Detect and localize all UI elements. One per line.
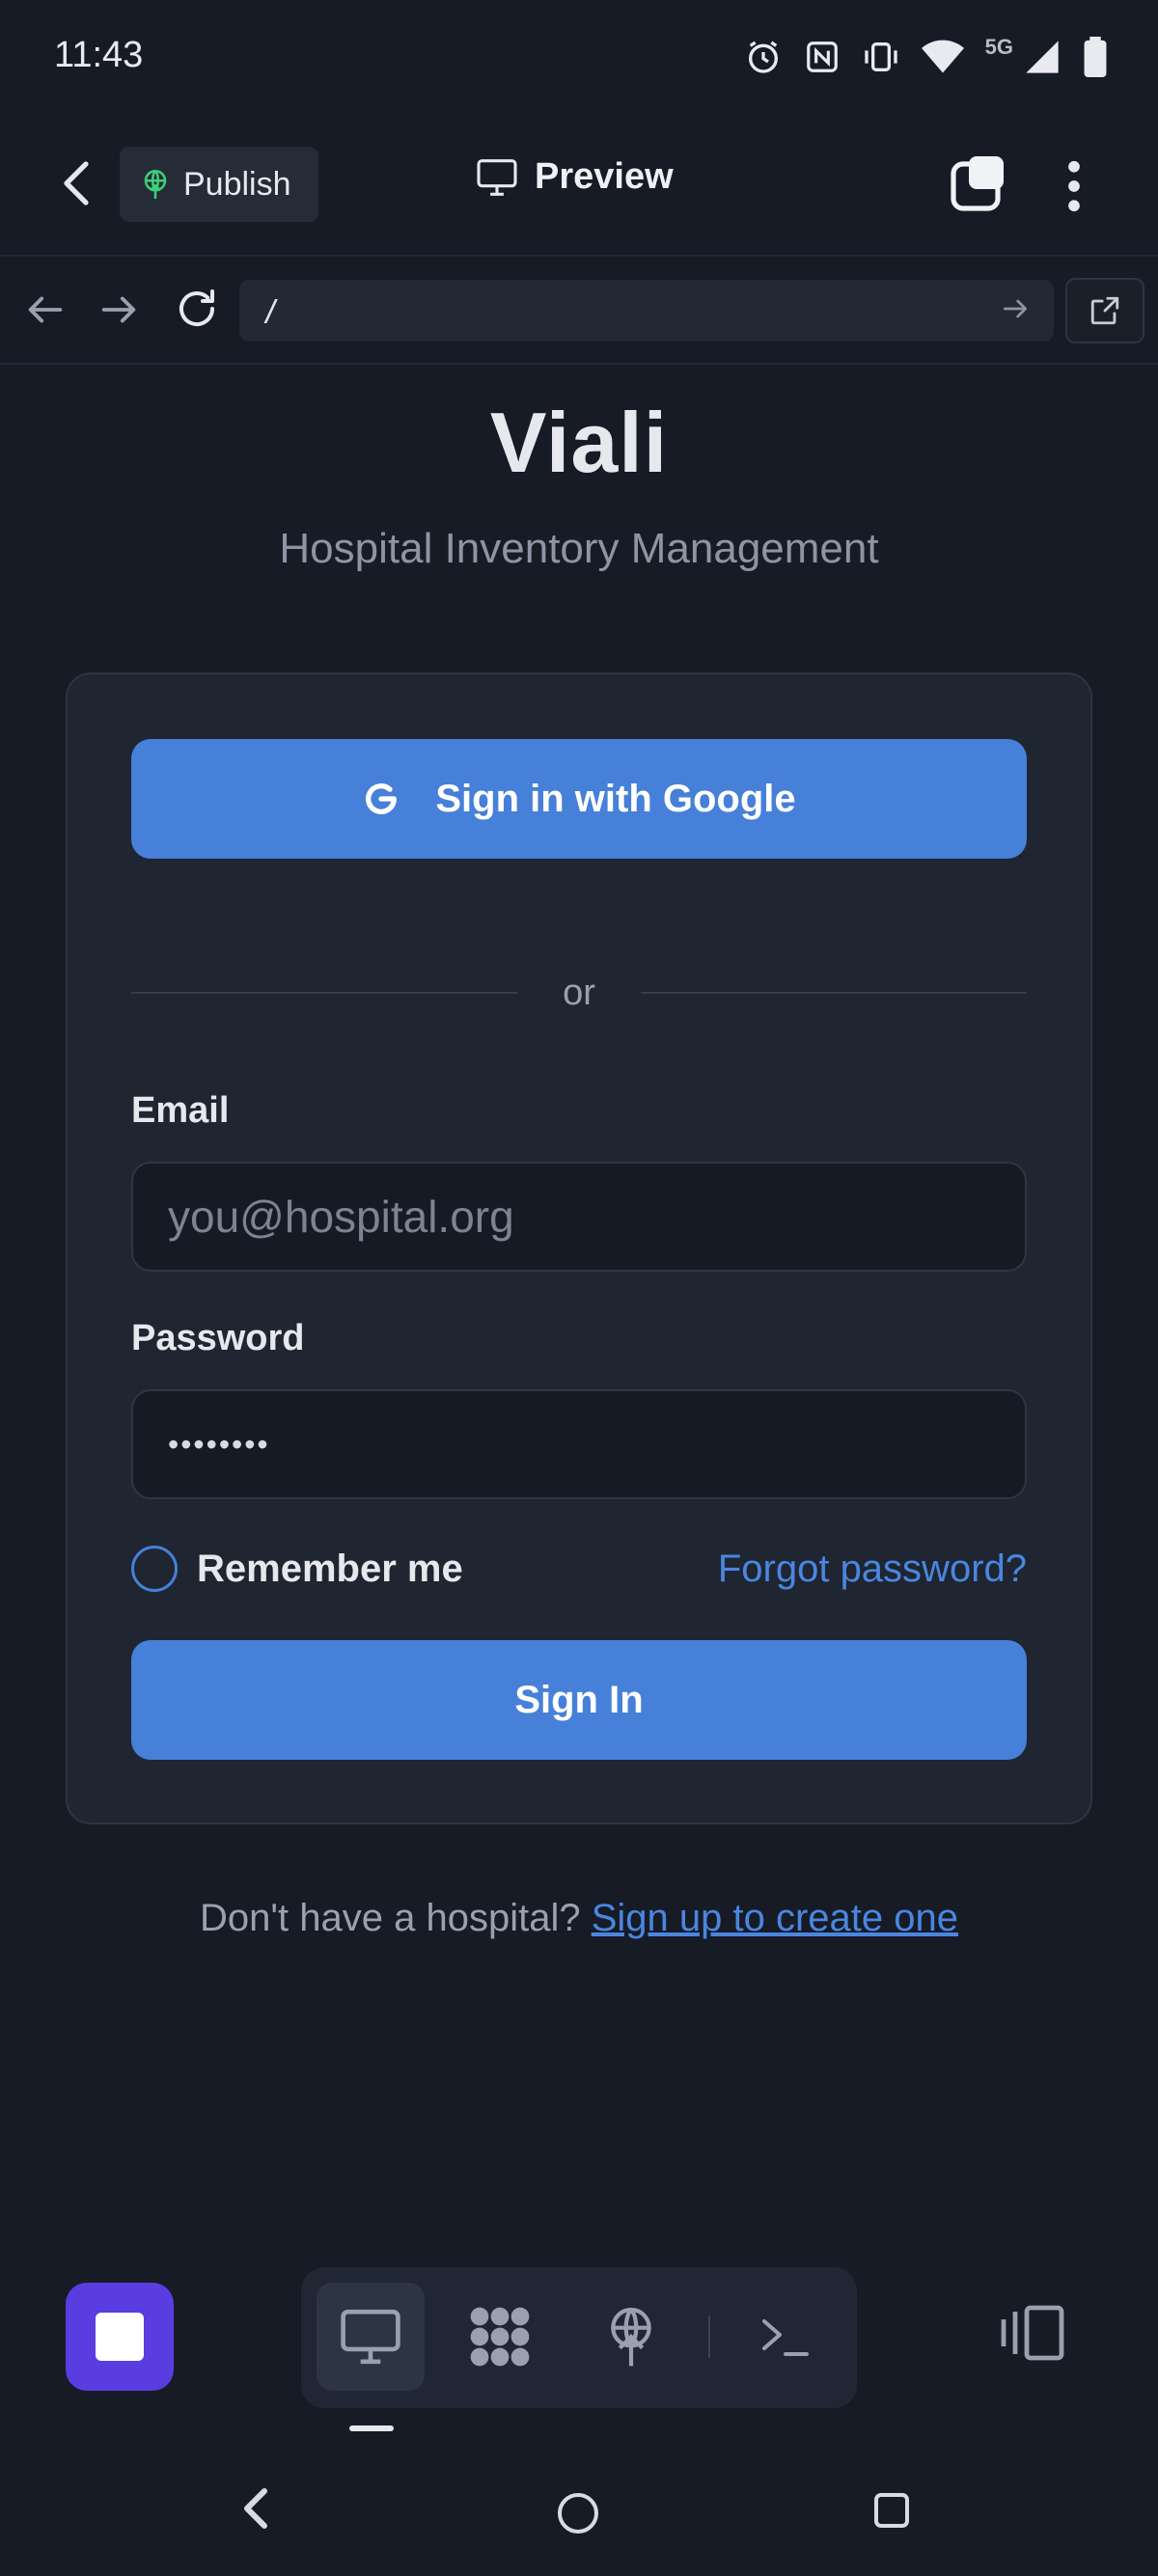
- google-icon: [366, 783, 398, 814]
- apps-icon: [470, 2307, 530, 2367]
- publish-label: Publish: [183, 165, 291, 203]
- password-label: Password: [131, 1318, 305, 1358]
- chevron-left-icon: [64, 161, 89, 206]
- wifi-icon: [921, 40, 964, 73]
- tabs-icon: [951, 156, 1004, 211]
- dock-active-indicator: [349, 2425, 394, 2431]
- email-label: Email: [131, 1090, 230, 1131]
- browser-reload-button[interactable]: [174, 286, 220, 332]
- url-bar[interactable]: /: [239, 280, 1054, 342]
- system-back-button[interactable]: [243, 2487, 278, 2532]
- google-signin-button[interactable]: Sign in with Google: [131, 739, 1027, 859]
- arrow-left-icon: [28, 296, 63, 323]
- vibrate-icon: [864, 42, 897, 71]
- arrow-right-icon: [1004, 299, 1027, 318]
- remember-me-label[interactable]: Remember me: [197, 1548, 463, 1591]
- preview-title-text: Preview: [535, 156, 674, 197]
- reload-icon: [179, 289, 214, 327]
- brand-title: Viali: [489, 395, 669, 490]
- signup-prompt-text: Don't have a hospital?: [200, 1897, 581, 1939]
- status-time: 11:43: [54, 35, 144, 75]
- email-field[interactable]: [131, 1162, 1027, 1272]
- app-bar-divider: [0, 255, 1158, 257]
- sign-in-button[interactable]: Sign In: [131, 1640, 1027, 1760]
- password-field[interactable]: ••••••••: [131, 1389, 1027, 1499]
- toolbar-divider: [0, 363, 1158, 365]
- alarm-icon: [748, 41, 778, 73]
- preview-title: Preview: [477, 156, 674, 198]
- browser-back-button[interactable]: [23, 288, 68, 332]
- system-home-button[interactable]: [558, 2493, 598, 2534]
- publish-icon: [611, 2307, 651, 2367]
- password-value: ••••••••: [168, 1426, 270, 1462]
- dock-desktop-button[interactable]: [317, 2283, 425, 2391]
- divider-or-text: or: [563, 973, 595, 1013]
- more-menu-button[interactable]: [1052, 154, 1096, 218]
- stop-icon: [96, 2313, 144, 2361]
- divider-line-right: [641, 992, 1027, 994]
- network-type-label: 5G: [984, 35, 1013, 59]
- google-signin-label: Sign in with Google: [435, 777, 796, 820]
- battery-icon: [1084, 37, 1107, 77]
- status-icons: 5G: [744, 35, 1108, 77]
- nfc-icon: [806, 41, 838, 72]
- divider-line-left: [131, 992, 517, 994]
- browser-forward-button[interactable]: [96, 288, 141, 332]
- stop-button[interactable]: [66, 2283, 174, 2391]
- desktop-icon: [341, 2309, 400, 2365]
- external-link-icon: [1090, 296, 1119, 325]
- forgot-password-link[interactable]: Forgot password?: [718, 1548, 1027, 1591]
- monitor-icon: [477, 158, 517, 196]
- open-external-button[interactable]: [1065, 278, 1144, 343]
- dock-separator: [708, 2316, 710, 2358]
- dock-publish-button[interactable]: [577, 2283, 685, 2391]
- side-panel-button[interactable]: [1000, 2304, 1077, 2371]
- more-vertical-icon: [1068, 160, 1080, 212]
- signup-prompt: Don't have a hospital? Sign up to create…: [0, 1897, 1158, 1940]
- brand-tagline: Hospital Inventory Management: [279, 525, 879, 572]
- terminal-icon: [762, 2319, 809, 2356]
- tabs-button[interactable]: [950, 154, 1007, 212]
- chevron-left-icon: [244, 2488, 267, 2529]
- publish-button[interactable]: Publish: [120, 147, 318, 222]
- sign-in-label: Sign In: [514, 1678, 644, 1721]
- remember-me-checkbox[interactable]: [131, 1546, 178, 1592]
- url-go-button[interactable]: [1000, 293, 1038, 328]
- url-text: /: [262, 293, 281, 328]
- dock-apps-button[interactable]: [446, 2283, 554, 2391]
- system-recents-button[interactable]: [874, 2493, 909, 2528]
- dock-terminal-button[interactable]: [731, 2283, 840, 2391]
- back-button[interactable]: [54, 154, 100, 212]
- side-panel-icon: [1001, 2305, 1064, 2361]
- signup-link[interactable]: Sign up to create one: [592, 1897, 958, 1939]
- arrow-right-icon: [101, 296, 136, 323]
- publish-icon: [144, 170, 167, 199]
- signal-icon: [1026, 41, 1059, 73]
